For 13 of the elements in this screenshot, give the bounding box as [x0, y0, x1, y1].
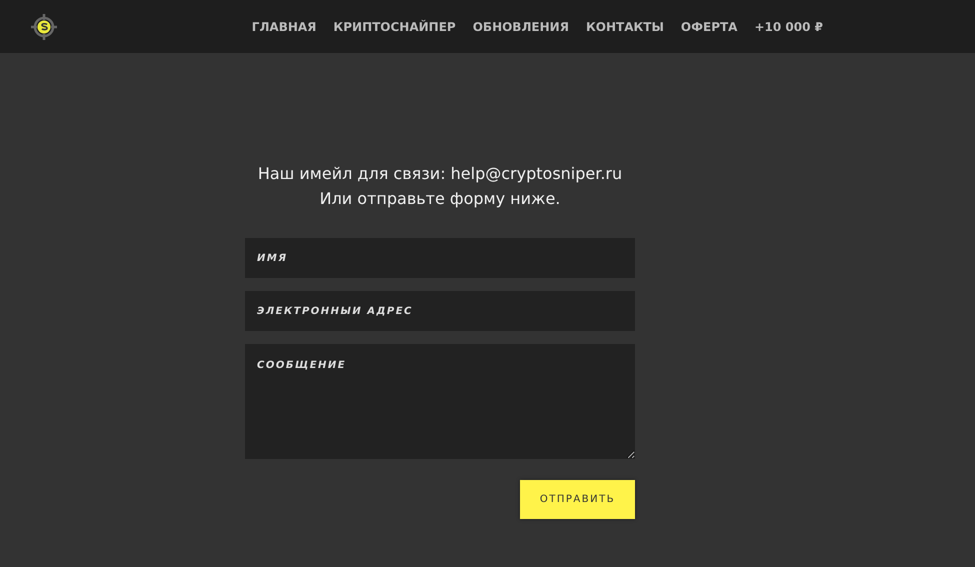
nav-link[interactable]: ОФЕРТА — [680, 18, 738, 36]
message-field[interactable]: СООБЩЕНИЕ — [245, 344, 635, 459]
form-prompt-text: Или отправьте форму ниже. — [318, 188, 562, 210]
input-field[interactable]: ИМЯ — [245, 238, 635, 278]
nav-link[interactable]: КРИПТОСНАЙПЕР — [333, 18, 456, 36]
nav-link[interactable]: КОНТАКТЫ — [586, 18, 664, 36]
nav-link[interactable]: ГЛАВНАЯ — [252, 18, 316, 36]
logo-icon[interactable] — [30, 12, 58, 40]
contact-email-text: Наш имейл для связи: help@cryptosniper.ru — [256, 163, 624, 185]
nav-link[interactable]: +10 000 ₽ — [754, 18, 823, 36]
submit-button[interactable]: ОТПРАВИТЬ — [520, 480, 635, 519]
input-field[interactable]: ЭЛЕКТРОННЫЙ АДРЕС — [245, 291, 635, 331]
nav-link[interactable]: ОБНОВЛЕНИЯ — [472, 18, 569, 36]
